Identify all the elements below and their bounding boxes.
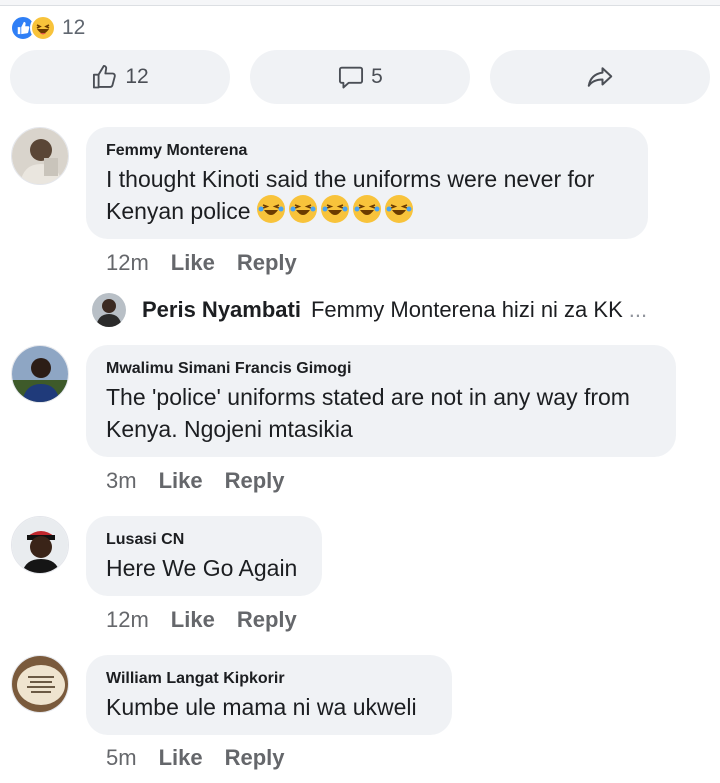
comment-time[interactable]: 12m [106, 607, 149, 633]
reply-preview[interactable]: Peris Nyambati Femmy Monterena hizi ni z… [92, 293, 647, 327]
rofl-emoji-icon [384, 195, 413, 223]
avatar[interactable] [11, 127, 69, 185]
reply-text: Femmy Monterena hizi ni za KK [310, 297, 623, 322]
rofl-emoji-icon [256, 195, 285, 223]
thumbs-up-icon [93, 64, 117, 89]
like-count: 12 [125, 65, 149, 88]
comment-like-link[interactable]: Like [171, 607, 215, 633]
comment-like-link[interactable]: Like [171, 250, 215, 276]
comment-author[interactable]: Mwalimu Simani Francis Gimogi [106, 359, 656, 379]
comment-reply-link[interactable]: Reply [225, 468, 285, 494]
comment-reply-link[interactable]: Reply [237, 607, 297, 633]
comment-time[interactable]: 12m [106, 250, 149, 276]
avatar[interactable] [11, 655, 69, 713]
share-button[interactable] [490, 50, 710, 104]
comment-reply-link[interactable]: Reply [225, 745, 285, 771]
top-divider [0, 0, 720, 6]
comment-author[interactable]: William Langat Kipkorir [106, 669, 432, 689]
share-icon [587, 67, 613, 87]
reaction-count: 12 [62, 16, 86, 39]
rofl-emoji-icon [288, 195, 317, 223]
comment-bubble: Mwalimu Simani Francis Gimogi The 'polic… [86, 345, 676, 457]
comment-icon [339, 66, 364, 89]
comment-reply-link[interactable]: Reply [237, 250, 297, 276]
rofl-emoji-icon [320, 195, 349, 223]
comment-bubble: Lusasi CN Here We Go Again [86, 516, 322, 596]
comment-author[interactable]: Femmy Monterena [106, 141, 628, 161]
avatar[interactable] [11, 516, 69, 574]
comment-meta: 3m Like Reply [106, 468, 285, 494]
rofl-emoji-icon [352, 195, 381, 223]
comment-body: The 'police' uniforms stated are not in … [106, 384, 630, 442]
comment-like-link[interactable]: Like [159, 468, 203, 494]
reply-more[interactable]: ... [629, 297, 647, 323]
avatar[interactable] [11, 345, 69, 403]
comment-count: 5 [371, 65, 383, 88]
haha-icon [30, 15, 56, 41]
comment-bubble: William Langat Kipkorir Kumbe ule mama n… [86, 655, 452, 735]
comment-time[interactable]: 3m [106, 468, 137, 494]
reaction-summary[interactable]: 12 [10, 14, 85, 42]
comment-meta: 5m Like Reply [106, 745, 285, 771]
comment-time[interactable]: 5m [106, 745, 137, 771]
comment-meta: 12m Like Reply [106, 250, 297, 276]
post-actions: 12 5 [10, 50, 710, 104]
comment-body: Here We Go Again [106, 555, 298, 581]
rofl-emoji-row [256, 195, 417, 224]
reply-author[interactable]: Peris Nyambati [142, 297, 301, 323]
comment-meta: 12m Like Reply [106, 607, 297, 633]
comment-button[interactable]: 5 [250, 50, 470, 104]
comment-body: Kumbe ule mama ni wa ukweli [106, 694, 417, 720]
avatar[interactable] [92, 293, 126, 327]
comment-bubble: Femmy Monterena I thought Kinoti said th… [86, 127, 648, 239]
comment-author[interactable]: Lusasi CN [106, 530, 302, 550]
comment-like-link[interactable]: Like [159, 745, 203, 771]
like-button[interactable]: 12 [10, 50, 230, 104]
comment-text: I thought Kinoti said the uniforms were … [106, 163, 628, 227]
